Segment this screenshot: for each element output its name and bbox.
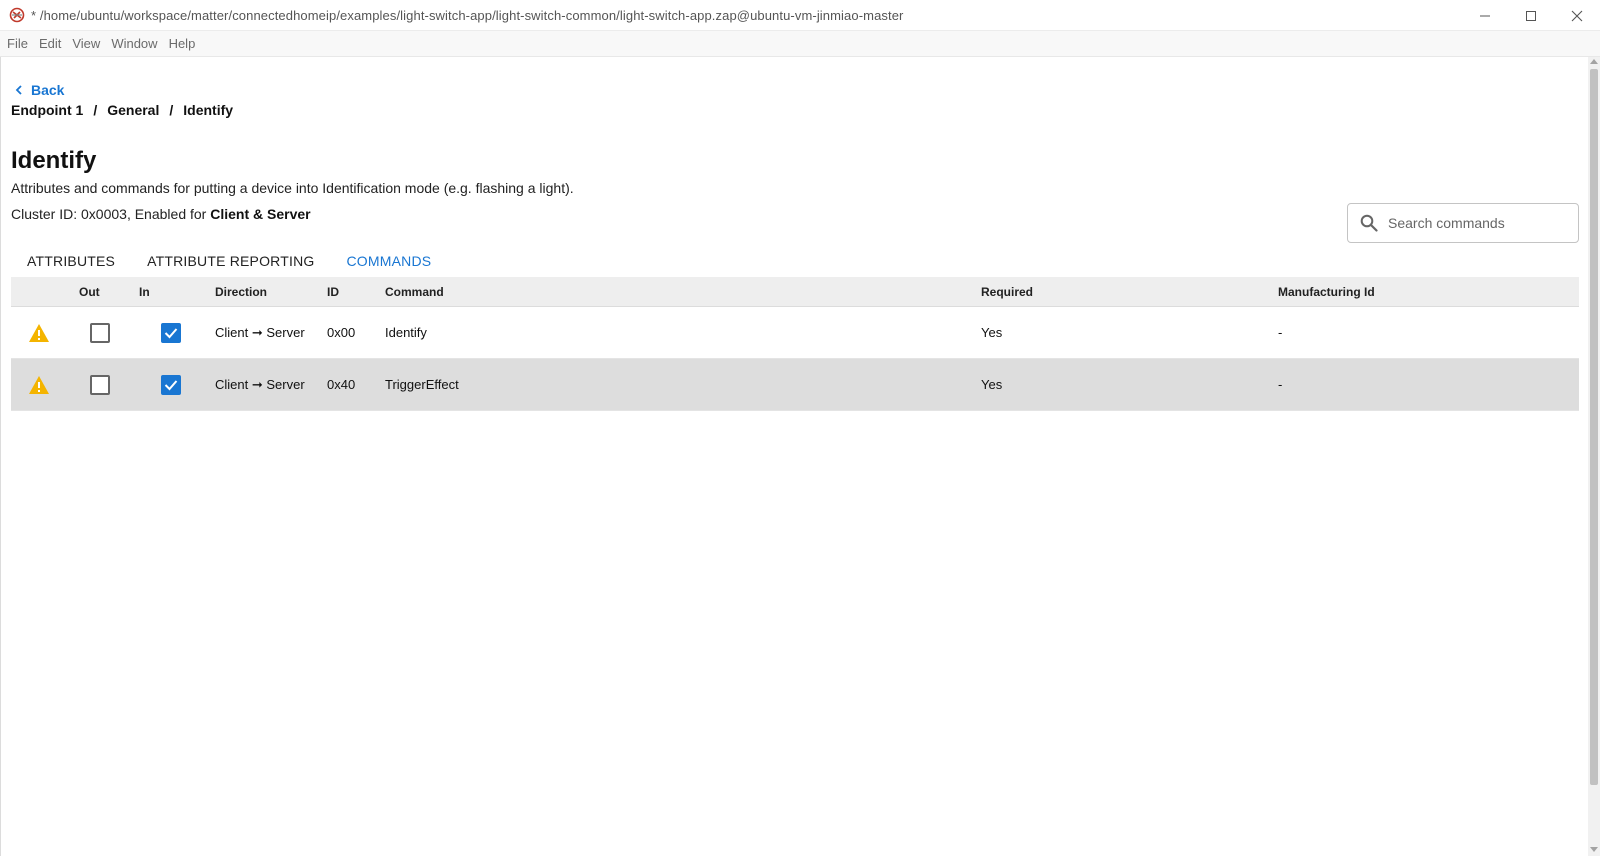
cluster-id-text: Cluster ID: 0x0003, Enabled for <box>11 206 211 222</box>
menu-view[interactable]: View <box>72 36 100 51</box>
header-direction[interactable]: Direction <box>209 285 327 299</box>
row-manufacturing-id: - <box>1278 325 1283 340</box>
maximize-button[interactable] <box>1508 0 1554 31</box>
in-checkbox[interactable] <box>161 322 181 343</box>
commands-table: Out In Direction ID Command Required Man… <box>11 277 1579 411</box>
row-id: 0x40 <box>327 377 356 392</box>
row-command: Identify <box>385 325 427 340</box>
row-command: TriggerEffect <box>385 377 459 392</box>
header-manufacturing-id[interactable]: Manufacturing Id <box>1278 285 1579 299</box>
header-required[interactable]: Required <box>981 285 1278 299</box>
tab-commands[interactable]: COMMANDS <box>330 244 448 280</box>
row-manufacturing-id: - <box>1278 377 1283 392</box>
breadcrumb-separator: / <box>169 102 174 118</box>
header-out[interactable]: Out <box>67 285 133 299</box>
header-id[interactable]: ID <box>327 285 385 299</box>
page-title: Identify <box>11 147 97 174</box>
scrollbar-thumb[interactable] <box>1590 69 1598 785</box>
row-direction: Client ➞ Server <box>215 324 305 340</box>
header-command[interactable]: Command <box>385 285 981 299</box>
vertical-scrollbar[interactable] <box>1588 57 1600 856</box>
row-out-cell <box>67 374 133 395</box>
cluster-description: Attributes and commands for putting a de… <box>11 180 574 196</box>
breadcrumb-cluster: Identify <box>183 102 234 118</box>
row-in-cell <box>133 322 209 343</box>
zap-app-icon <box>9 7 25 23</box>
cluster-enabled-for: Client & Server <box>210 206 311 222</box>
header-in[interactable]: In <box>133 285 209 299</box>
close-window-button[interactable] <box>1554 0 1600 31</box>
menu-help[interactable]: Help <box>169 36 196 51</box>
row-warning <box>11 323 67 343</box>
scroll-up-arrow-icon[interactable] <box>1590 59 1598 64</box>
tab-attributes[interactable]: ATTRIBUTES <box>11 244 131 280</box>
check-icon <box>164 379 178 390</box>
chevron-left-icon <box>15 85 22 95</box>
row-out-cell <box>67 322 133 343</box>
back-label: Back <box>31 82 65 98</box>
search-commands-box[interactable] <box>1347 203 1579 243</box>
table-header: Out In Direction ID Command Required Man… <box>11 277 1579 307</box>
row-required: Yes <box>981 325 1003 340</box>
row-warning <box>11 375 67 395</box>
menu-bar: File Edit View Window Help <box>0 31 1600 57</box>
row-id: 0x00 <box>327 325 356 340</box>
main-content: Back Endpoint 1 / General / Identify Ide… <box>0 57 1588 856</box>
search-icon <box>1360 214 1378 232</box>
warning-icon <box>29 323 49 342</box>
breadcrumb-category: General <box>107 102 160 118</box>
in-checkbox[interactable] <box>161 374 181 395</box>
back-button[interactable]: Back <box>15 82 64 98</box>
menu-edit[interactable]: Edit <box>39 36 61 51</box>
window-controls <box>1462 0 1600 31</box>
breadcrumb-separator: / <box>93 102 98 118</box>
row-in-cell <box>133 374 209 395</box>
tab-bar: ATTRIBUTES ATTRIBUTE REPORTING COMMANDS <box>11 244 448 280</box>
maximize-icon <box>1526 10 1536 21</box>
out-checkbox[interactable] <box>90 374 110 395</box>
minimize-button[interactable] <box>1462 0 1508 31</box>
row-required: Yes <box>981 377 1003 392</box>
minimize-icon <box>1480 15 1490 16</box>
window-titlebar: * /home/ubuntu/workspace/matter/connecte… <box>0 0 1600 31</box>
tab-attribute-reporting[interactable]: ATTRIBUTE REPORTING <box>131 244 330 280</box>
breadcrumb-endpoint: Endpoint 1 <box>11 102 84 118</box>
check-icon <box>164 327 178 338</box>
close-icon <box>1571 10 1583 21</box>
row-direction: Client ➞ Server <box>215 376 305 392</box>
menu-file[interactable]: File <box>7 36 28 51</box>
cluster-info: Cluster ID: 0x0003, Enabled for Client &… <box>11 206 311 222</box>
menu-window[interactable]: Window <box>111 36 157 51</box>
header-out-label: Out <box>79 284 100 299</box>
warning-icon <box>29 375 49 394</box>
search-commands-input[interactable] <box>1388 215 1558 231</box>
breadcrumb: Endpoint 1 / General / Identify <box>11 102 233 118</box>
table-row: Client ➞ Server 0x40 TriggerEffect Yes - <box>11 359 1579 411</box>
table-row: Client ➞ Server 0x00 Identify Yes - <box>11 307 1579 359</box>
header-in-label: In <box>139 284 150 299</box>
scroll-down-arrow-icon[interactable] <box>1590 847 1598 852</box>
window-title: * /home/ubuntu/workspace/matter/connecte… <box>31 7 904 23</box>
out-checkbox[interactable] <box>90 322 110 343</box>
